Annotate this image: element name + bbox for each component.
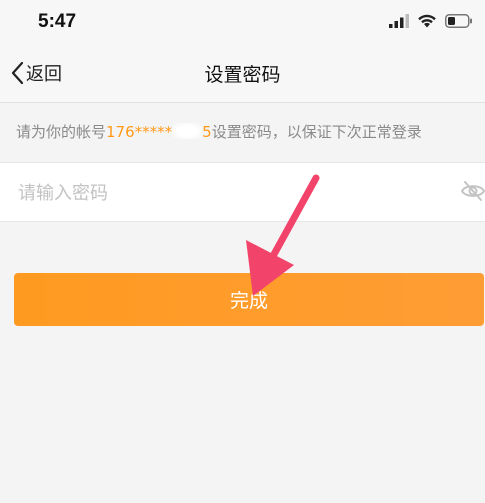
account-hint: 请为你的帐号176***** 5设置密码，以保证下次正常登录 xyxy=(16,121,422,142)
password-row xyxy=(0,162,485,222)
done-button[interactable]: 完成 xyxy=(14,273,484,326)
battery-icon xyxy=(445,14,472,28)
account-number: 176***** xyxy=(106,123,173,141)
password-input[interactable] xyxy=(16,177,440,209)
cellular-signal-icon xyxy=(389,14,409,28)
status-bar: 5:47 xyxy=(0,0,485,44)
hint-prefix: 请为你的帐号 xyxy=(16,123,107,141)
redaction-blur xyxy=(172,123,203,139)
status-icons xyxy=(389,14,473,28)
page-title: 设置密码 xyxy=(204,64,281,86)
account-number-tail: 5 xyxy=(202,123,212,141)
clock: 5:47 xyxy=(38,11,77,32)
hint-suffix: 设置密码，以保证下次正常登录 xyxy=(211,123,422,141)
wifi-icon xyxy=(418,14,436,28)
navigation-bar: 返回 设置密码 xyxy=(0,44,485,103)
eye-hidden-icon[interactable] xyxy=(461,179,485,203)
